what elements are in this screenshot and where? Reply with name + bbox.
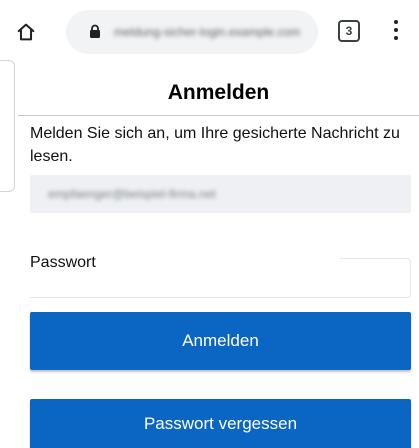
forgot-password-button[interactable]: Passwort vergessen bbox=[30, 399, 411, 448]
email-field[interactable]: empfaenger@beispiel-firma.net bbox=[30, 175, 411, 213]
login-button[interactable]: Anmelden bbox=[30, 312, 411, 370]
lock-icon bbox=[90, 24, 100, 38]
phone-screen: meldung-sicher-login.example.com 3 Anmel… bbox=[0, 0, 419, 448]
email-value: empfaenger@beispiel-firma.net bbox=[48, 187, 216, 201]
password-label: Passwort bbox=[30, 254, 96, 271]
title-divider bbox=[18, 115, 419, 116]
tab-switcher-button[interactable]: 3 bbox=[338, 20, 360, 42]
more-vert-icon[interactable] bbox=[386, 16, 406, 44]
instruction-text: Melden Sie sich an, um Ihre gesicherte N… bbox=[30, 125, 400, 165]
home-icon bbox=[17, 23, 35, 41]
background-panel-edge bbox=[0, 60, 15, 192]
page-title: Anmelden bbox=[167, 81, 270, 104]
url-text: meldung-sicher-login.example.com bbox=[114, 25, 301, 39]
browser-toolbar: meldung-sicher-login.example.com 3 bbox=[0, 0, 419, 64]
home-button[interactable] bbox=[10, 16, 42, 48]
tab-count: 3 bbox=[345, 24, 353, 38]
address-bar[interactable]: meldung-sicher-login.example.com bbox=[66, 10, 318, 54]
